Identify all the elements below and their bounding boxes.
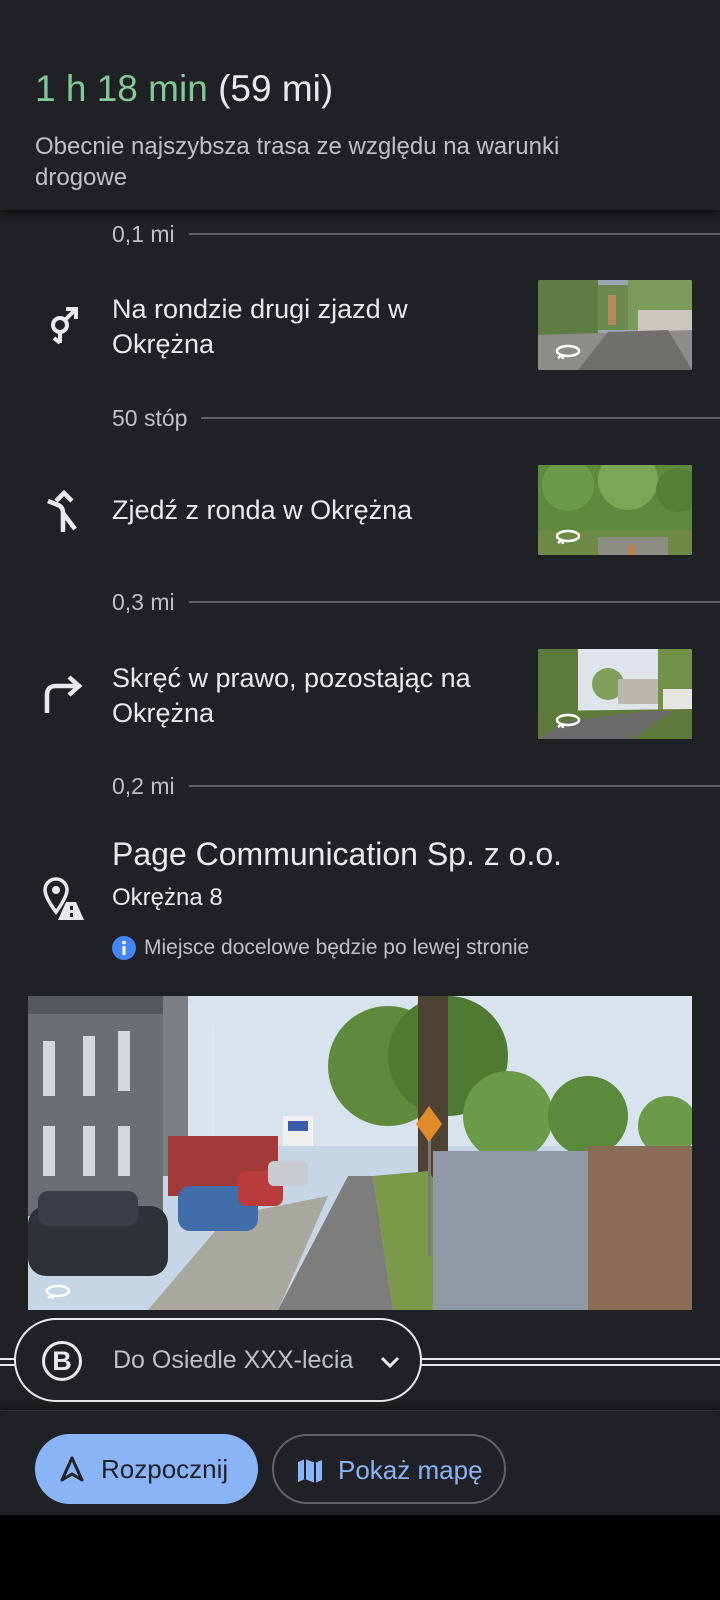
street-view-360-icon <box>45 1284 71 1300</box>
info-icon <box>112 936 136 960</box>
destination-name: Page Communication Sp. z o.o. <box>112 836 563 872</box>
step-distance: 0,3 mi <box>112 589 189 616</box>
start-navigation-button[interactable]: Rozpocznij <box>35 1434 258 1504</box>
step-instruction: Skręć w prawo, pozostając na Okrężna <box>112 663 471 728</box>
destination-address: Okrężna 8 <box>112 884 223 911</box>
street-view-thumbnail[interactable] <box>538 280 692 370</box>
show-map-button[interactable]: Pokaż mapę <box>272 1434 506 1504</box>
destination-street-view-photo[interactable] <box>28 996 692 1310</box>
destination-side-note-text: Miejsce docelowe będzie po lewej stronie <box>144 936 530 959</box>
step-distance-separator: 0,2 mi <box>0 770 720 800</box>
next-destination-label: Do Osiedle XXX-lecia <box>113 1346 354 1374</box>
street-view-360-icon <box>555 713 581 729</box>
chevron-down-icon <box>380 1356 400 1369</box>
divider <box>112 601 720 603</box>
direction-step[interactable]: Zjedź z ronda w Okrężna <box>0 455 720 565</box>
next-destination-chip[interactable]: B Do Osiedle XXX-lecia <box>14 1318 422 1402</box>
street-view-360-icon <box>555 344 581 360</box>
step-instruction: Na rondzie drugi zjazd w Okrężna <box>112 294 408 359</box>
step-distance: 0,1 mi <box>112 221 189 248</box>
step-distance-separator: 50 stóp <box>0 402 720 432</box>
street-view-thumbnail[interactable] <box>538 465 692 555</box>
step-distance: 50 stóp <box>112 405 202 432</box>
step-distance-separator: 0,3 mi <box>0 586 720 616</box>
divider <box>112 233 720 235</box>
route-distance: (59 mi) <box>218 68 334 109</box>
exit-roundabout-icon <box>47 489 77 532</box>
divider <box>112 417 720 419</box>
bottom-action-bar: Rozpocznij Pokaż mapę <box>0 1410 720 1515</box>
divider <box>112 785 720 787</box>
directions-screen: 1 h 18 min (59 mi) Obecnie najszybsza tr… <box>0 0 720 1515</box>
map-icon <box>298 1459 322 1483</box>
route-duration: 1 h 18 min <box>35 68 208 109</box>
route-summary-header: 1 h 18 min (59 mi) Obecnie najszybsza tr… <box>0 0 720 210</box>
waypoint-badge: B <box>42 1341 82 1381</box>
step-instruction: Zjedź z ronda w Okrężna <box>112 495 413 525</box>
start-button-label: Rozpocznij <box>101 1454 229 1484</box>
step-distance-separator: 0,1 mi <box>0 218 720 248</box>
route-summary: 1 h 18 min (59 mi) <box>35 68 333 110</box>
street-view-thumbnail[interactable] <box>538 649 692 739</box>
navigation-arrow-icon <box>60 1456 84 1482</box>
destination-side-note: Miejsce docelowe będzie po lewej stronie <box>112 934 529 962</box>
show-map-label: Pokaż mapę <box>338 1455 483 1485</box>
system-navigation-area <box>0 1515 720 1600</box>
direction-step[interactable]: Na rondzie drugi zjazd w Okrężna <box>0 270 720 380</box>
street-view-360-icon <box>555 529 581 545</box>
destination-pin-icon <box>43 877 84 920</box>
direction-step[interactable]: Skręć w prawo, pozostając na Okrężna <box>0 639 720 749</box>
route-subtitle: Obecnie najszybsza trasa ze względu na w… <box>35 133 560 191</box>
roundabout-second-exit-icon <box>51 307 78 345</box>
turn-right-icon <box>44 675 83 713</box>
step-distance: 0,2 mi <box>112 773 189 800</box>
